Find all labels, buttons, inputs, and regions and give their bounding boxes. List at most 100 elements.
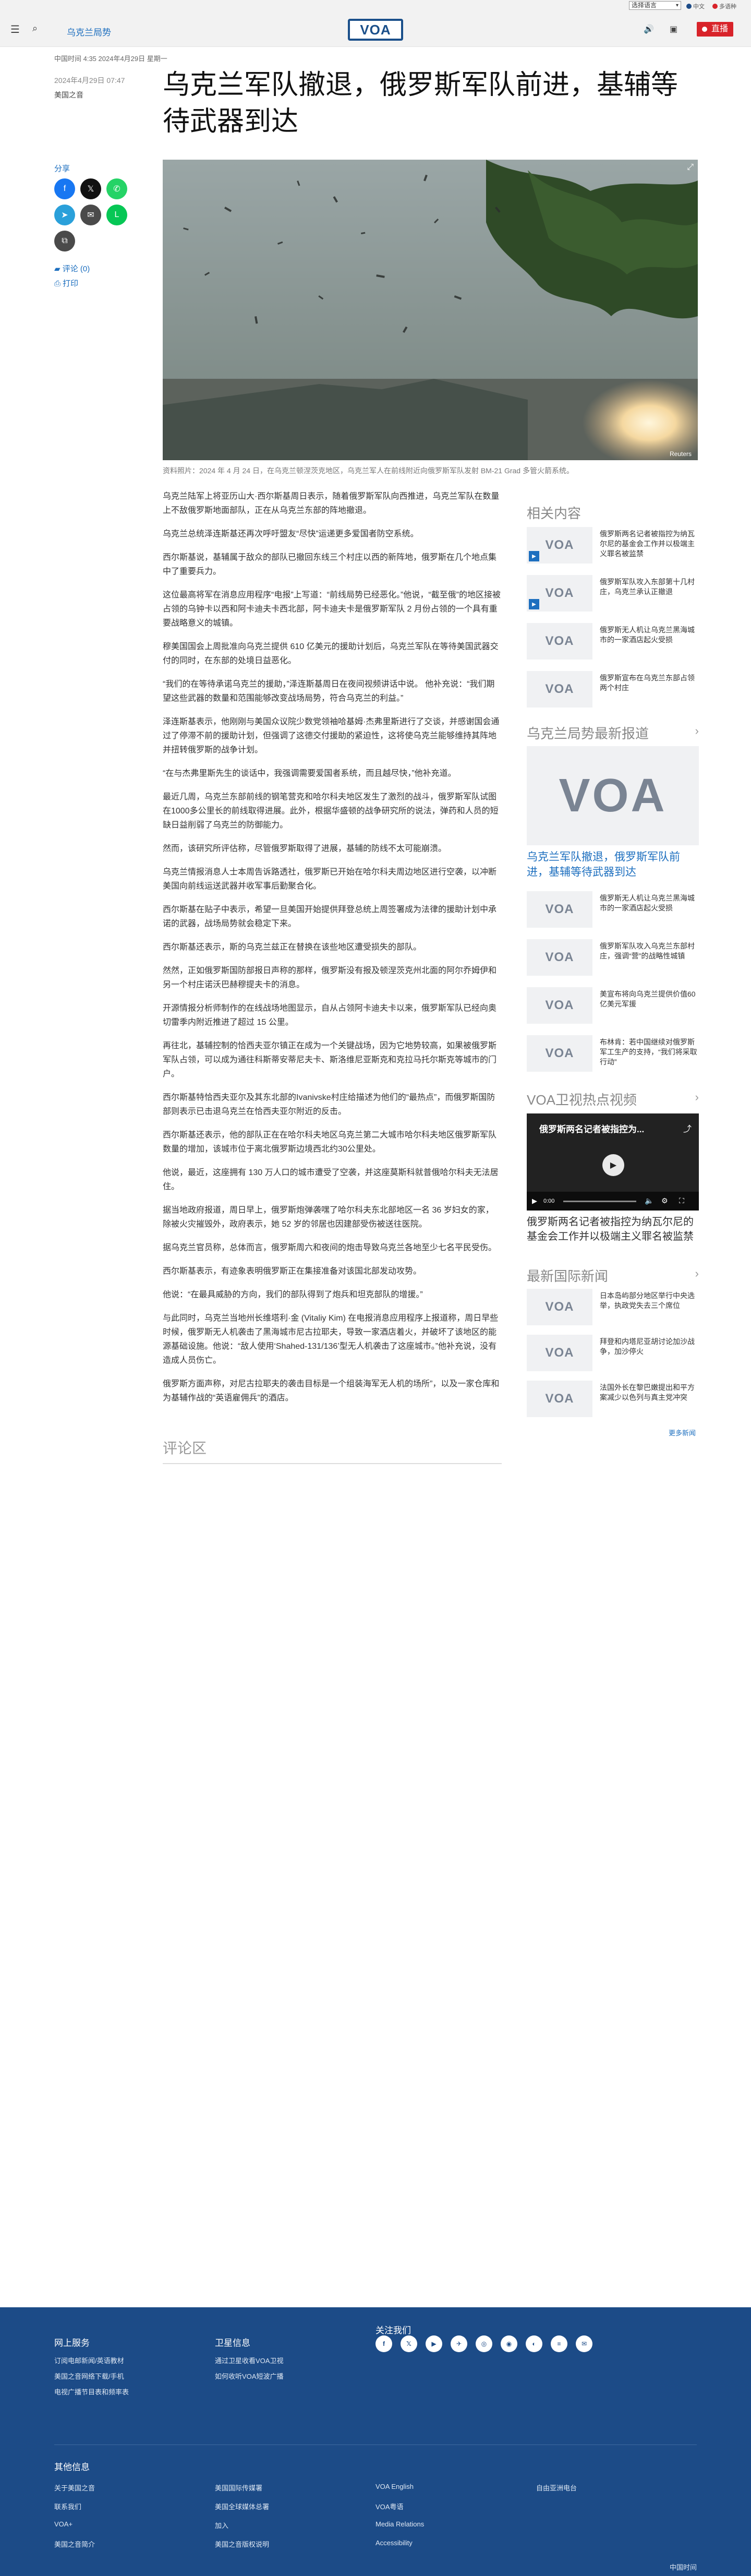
language-select[interactable]: 选择语言 [629, 1, 681, 10]
play-small-icon[interactable]: ▶ [532, 1197, 537, 1205]
sidebar-item-title[interactable]: 俄罗斯两名记者被指控为纳瓦尔尼的基金会工作并以极端主义罪名被监禁 [600, 529, 699, 559]
section-link[interactable]: 乌克兰局势 [67, 25, 111, 38]
print-link[interactable]: ⎙ 打印 [54, 278, 78, 289]
menu-icon[interactable]: ☰ [10, 23, 20, 36]
social-icon[interactable]: f [376, 2335, 392, 2352]
latest-heading[interactable]: 乌克兰局势最新报道 › [527, 723, 699, 742]
sidebar-list-item[interactable]: 布林肯：若中国继续对俄罗斯军工生产的支持，“我们将采取行动” [527, 1035, 699, 1072]
sidebar-list-item[interactable]: 俄罗斯无人机让乌克兰黑海城市的一家酒店起火受损 [527, 623, 699, 660]
social-icon[interactable]: ✉ [576, 2335, 592, 2352]
sidebar-item-title[interactable]: 俄罗斯无人机让乌克兰黑海城市的一家酒店起火受损 [600, 625, 699, 645]
sidebar-list-item[interactable]: 俄罗斯两名记者被指控为纳瓦尔尼的基金会工作并以极端主义罪名被监禁 [527, 527, 699, 564]
thumbnail[interactable] [527, 1289, 592, 1325]
live-button[interactable]: 直播 [697, 22, 734, 37]
expand-icon[interactable]: ⤢ [687, 163, 694, 172]
article-source[interactable]: 美国之音 [54, 88, 125, 102]
footer-link[interactable]: VOA粤语 [376, 2501, 403, 2511]
footer-link[interactable]: 美国全球媒体总署 [215, 2501, 269, 2511]
sidebar-item-title[interactable]: 俄罗斯宣布在乌克兰东部占领两个村庄 [600, 673, 699, 693]
social-icon[interactable]: ▶ [426, 2335, 442, 2352]
x-share-button[interactable]: 𝕏 [80, 178, 101, 199]
social-icon[interactable]: ◎ [476, 2335, 492, 2352]
social-icon[interactable]: 𝕏 [401, 2335, 417, 2352]
sidebar-list-item[interactable]: 日本岛屿部分地区举行中央选举，执政党失去三个席位 [527, 1289, 699, 1325]
sidebar-item-title[interactable]: 日本岛屿部分地区举行中央选举，执政党失去三个席位 [600, 1291, 699, 1311]
print-link-label: 打印 [63, 279, 79, 288]
sidebar-item-title[interactable]: 美宣布将向乌克兰提供价值60亿美元军援 [600, 989, 699, 1009]
search-icon[interactable]: ⌕ [32, 23, 38, 34]
article-paragraph: 最近几周，乌克兰东部前线的钢笔营克和哈尔科夫地区发生了激烈的战斗，俄罗斯军队试图… [163, 793, 499, 830]
facebook-share-button[interactable]: f [54, 178, 75, 199]
social-icon[interactable]: ◐ [526, 2335, 542, 2352]
footer-link[interactable]: 关于美国之音 [54, 2483, 95, 2493]
sidebar-list-item[interactable]: 拜登和内塔尼亚胡讨论加沙战争，加沙停火 [527, 1335, 699, 1371]
footer-link[interactable]: 美国国际传媒署 [215, 2483, 262, 2493]
sidebar-item-title[interactable]: 布林肯：若中国继续对俄罗斯军工生产的支持，“我们将采取行动” [600, 1037, 699, 1067]
email-share-button[interactable]: ✉ [80, 205, 101, 225]
footer-link[interactable]: 美国之音网络下载/手机 [54, 2371, 124, 2381]
footer-link[interactable]: 美国之音版权说明 [215, 2539, 269, 2549]
volume-icon[interactable]: 🔈 [645, 1196, 653, 1205]
sidebar-item-title[interactable]: 俄罗斯军队攻入乌克兰东部村庄，强调“营”的战略性城镇 [600, 941, 699, 961]
sidebar-list-item[interactable]: 法国外长在黎巴嫩提出和平方案减少以色列与真主党冲突 [527, 1381, 699, 1417]
sidebar-item-title[interactable]: 法国外长在黎巴嫩提出和平方案减少以色列与真主党冲突 [600, 1383, 699, 1403]
social-icon[interactable]: ◉ [501, 2335, 517, 2352]
video-progress-bar[interactable] [563, 1201, 636, 1202]
multilang-link[interactable]: 多语种 [712, 2, 736, 10]
chevron-right-icon: › [695, 724, 699, 737]
video-player[interactable]: 俄罗斯两名记者被指控为... ⤴ ▶ ▶ 0:00 🔈 ⚙ ⛶ [527, 1113, 699, 1211]
intl-heading[interactable]: 最新国际新闻 › [527, 1266, 699, 1285]
sidebar-item-title[interactable]: 俄罗斯军队攻入东部第十几村庄，乌克兰承认正撤退 [600, 577, 699, 597]
thumbnail[interactable] [527, 671, 592, 708]
social-icon[interactable]: ✈ [451, 2335, 467, 2352]
sidebar-item-title[interactable]: 俄罗斯无人机让乌克兰黑海城市的一家酒店起火受损 [600, 893, 699, 913]
featured-title[interactable]: 乌克兰军队撤退，俄罗斯军队前进，基辅等待武器到达 [527, 849, 699, 880]
video-caption[interactable]: 俄罗斯两名记者被指控为纳瓦尔尼的基金会工作并以极端主义罪名被监禁 [527, 1215, 699, 1244]
more-news-link[interactable]: 更多新闻 [669, 1428, 696, 1437]
video-heading[interactable]: VOA卫视热点视频 › [527, 1089, 699, 1109]
footer-link[interactable]: 美国之音简介 [54, 2539, 95, 2549]
footer-link[interactable]: 电视广播节目表和频率表 [54, 2387, 129, 2397]
sidebar-list-item[interactable]: 俄罗斯军队攻入东部第十几村庄，乌克兰承认正撤退 [527, 575, 699, 612]
whatsapp-share-button[interactable]: ✆ [106, 178, 127, 199]
voa-logo[interactable]: VOA [348, 19, 403, 41]
footer-link[interactable]: 通过卫星收看VOA卫视 [215, 2355, 283, 2365]
footer-link[interactable]: 加入 [215, 2520, 228, 2530]
footer-link[interactable]: Media Relations [376, 2520, 424, 2528]
comments-link[interactable]: ▰ 评论 (0) [54, 263, 90, 274]
play-icon[interactable]: ▶ [602, 1154, 624, 1176]
thumbnail[interactable] [527, 1335, 592, 1371]
featured-thumbnail[interactable] [527, 746, 699, 845]
copy-link-button[interactable]: ⧉ [54, 231, 75, 251]
thumbnail[interactable] [527, 987, 592, 1024]
footer-satellite-title: 卫星信息 [215, 2338, 250, 2348]
chinese-link[interactable]: 中文 [686, 2, 705, 10]
fullscreen-icon[interactable]: ⛶ [679, 1196, 684, 1205]
footer-link[interactable]: VOA+ [54, 2520, 72, 2528]
share-icon[interactable]: ⤴ [683, 1122, 692, 1134]
video-icon[interactable]: ▣ [670, 24, 677, 34]
footer-link[interactable]: VOA English [376, 2483, 414, 2490]
radio-icon[interactable]: 🔊 [644, 24, 654, 34]
footer-link[interactable]: 如何收听VOA短波广播 [215, 2371, 283, 2381]
sidebar-list-item[interactable]: 俄罗斯宣布在乌克兰东部占领两个村庄 [527, 671, 699, 708]
sidebar-list-item[interactable]: 美宣布将向乌克兰提供价值60亿美元军援 [527, 987, 699, 1024]
thumbnail[interactable] [527, 939, 592, 976]
telegram-share-button[interactable]: ➤ [54, 205, 75, 225]
footer-link[interactable]: 订阅电邮新闻/英语教材 [54, 2355, 124, 2365]
footer-link[interactable]: 自由亚洲电台 [536, 2483, 577, 2493]
thumbnail[interactable] [527, 1035, 592, 1072]
thumbnail[interactable] [527, 575, 592, 612]
line-share-button[interactable]: L [106, 205, 127, 225]
social-icon[interactable]: ≡ [551, 2335, 567, 2352]
sidebar-list-item[interactable]: 俄罗斯军队攻入乌克兰东部村庄，强调“营”的战略性城镇 [527, 939, 699, 976]
settings-icon[interactable]: ⚙ [661, 1196, 668, 1205]
sidebar-item-title[interactable]: 拜登和内塔尼亚胡讨论加沙战争，加沙停火 [600, 1337, 699, 1357]
footer-link[interactable]: Accessibility [376, 2539, 413, 2547]
thumbnail[interactable] [527, 1381, 592, 1417]
sidebar-list-item[interactable]: 俄罗斯无人机让乌克兰黑海城市的一家酒店起火受损 [527, 891, 699, 928]
footer-link[interactable]: 联系我们 [54, 2501, 81, 2511]
thumbnail[interactable] [527, 891, 592, 928]
thumbnail[interactable] [527, 527, 592, 564]
thumbnail[interactable] [527, 623, 592, 660]
